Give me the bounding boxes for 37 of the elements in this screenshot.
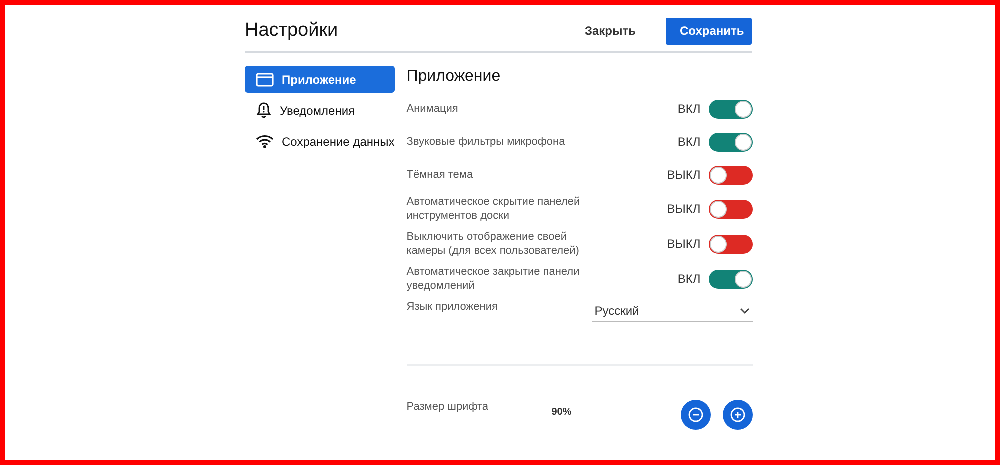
setting-label: Анимация: [406, 102, 460, 116]
toggle-switch[interactable]: [708, 234, 753, 254]
language-dropdown[interactable]: Русский: [592, 300, 753, 322]
setting-label: Автоматическое скрытие панелей инструментов доски: [406, 195, 582, 223]
minus-icon: [688, 407, 704, 423]
sidebar-item[interactable]: Приложение: [245, 66, 395, 93]
sidebar-item[interactable]: Уведомления: [245, 97, 395, 124]
toggle-switch[interactable]: [708, 166, 753, 184]
save-button[interactable]: Сохранить: [666, 18, 752, 44]
bell-icon: [256, 102, 272, 119]
increase-button[interactable]: [722, 400, 753, 430]
window-icon: [256, 72, 274, 86]
sidebar-item[interactable]: Сохранение данных: [245, 128, 395, 155]
section-title: Приложение: [406, 68, 502, 86]
toggle-switch[interactable]: [708, 100, 753, 118]
setting-label: Выключить отображение своей камеры (для всех пользователей): [406, 230, 580, 258]
font-size-value: 90%: [552, 407, 572, 418]
setting-label: Язык приложения: [406, 300, 499, 314]
chevron-down-icon: [740, 308, 750, 314]
close-button[interactable]: Закрыть: [580, 20, 640, 42]
toggle-state: ВКЛ: [678, 135, 701, 149]
plus-icon: [730, 407, 746, 423]
setting-label: Тёмная тема: [406, 168, 474, 182]
toggle-state: ВЫКЛ: [667, 237, 701, 251]
toggle-state: ВЫКЛ: [667, 202, 701, 216]
page-title: Настройки: [245, 20, 338, 42]
toggle-state: ВКЛ: [678, 102, 701, 116]
setting-label: Размер шрифта: [406, 400, 490, 414]
setting-label: Звуковые фильтры микрофона: [406, 135, 566, 149]
toggle-switch[interactable]: [708, 200, 753, 218]
toggle-state: ВЫКЛ: [667, 168, 701, 182]
decrease-button[interactable]: [680, 400, 711, 430]
toggle-switch[interactable]: [708, 132, 753, 152]
toggle-switch[interactable]: [708, 270, 753, 288]
setting-label: Автоматическое закрытие панели уведомлений: [406, 265, 581, 293]
toggle-state: ВКЛ: [678, 272, 701, 286]
wifi-icon: [256, 134, 274, 149]
